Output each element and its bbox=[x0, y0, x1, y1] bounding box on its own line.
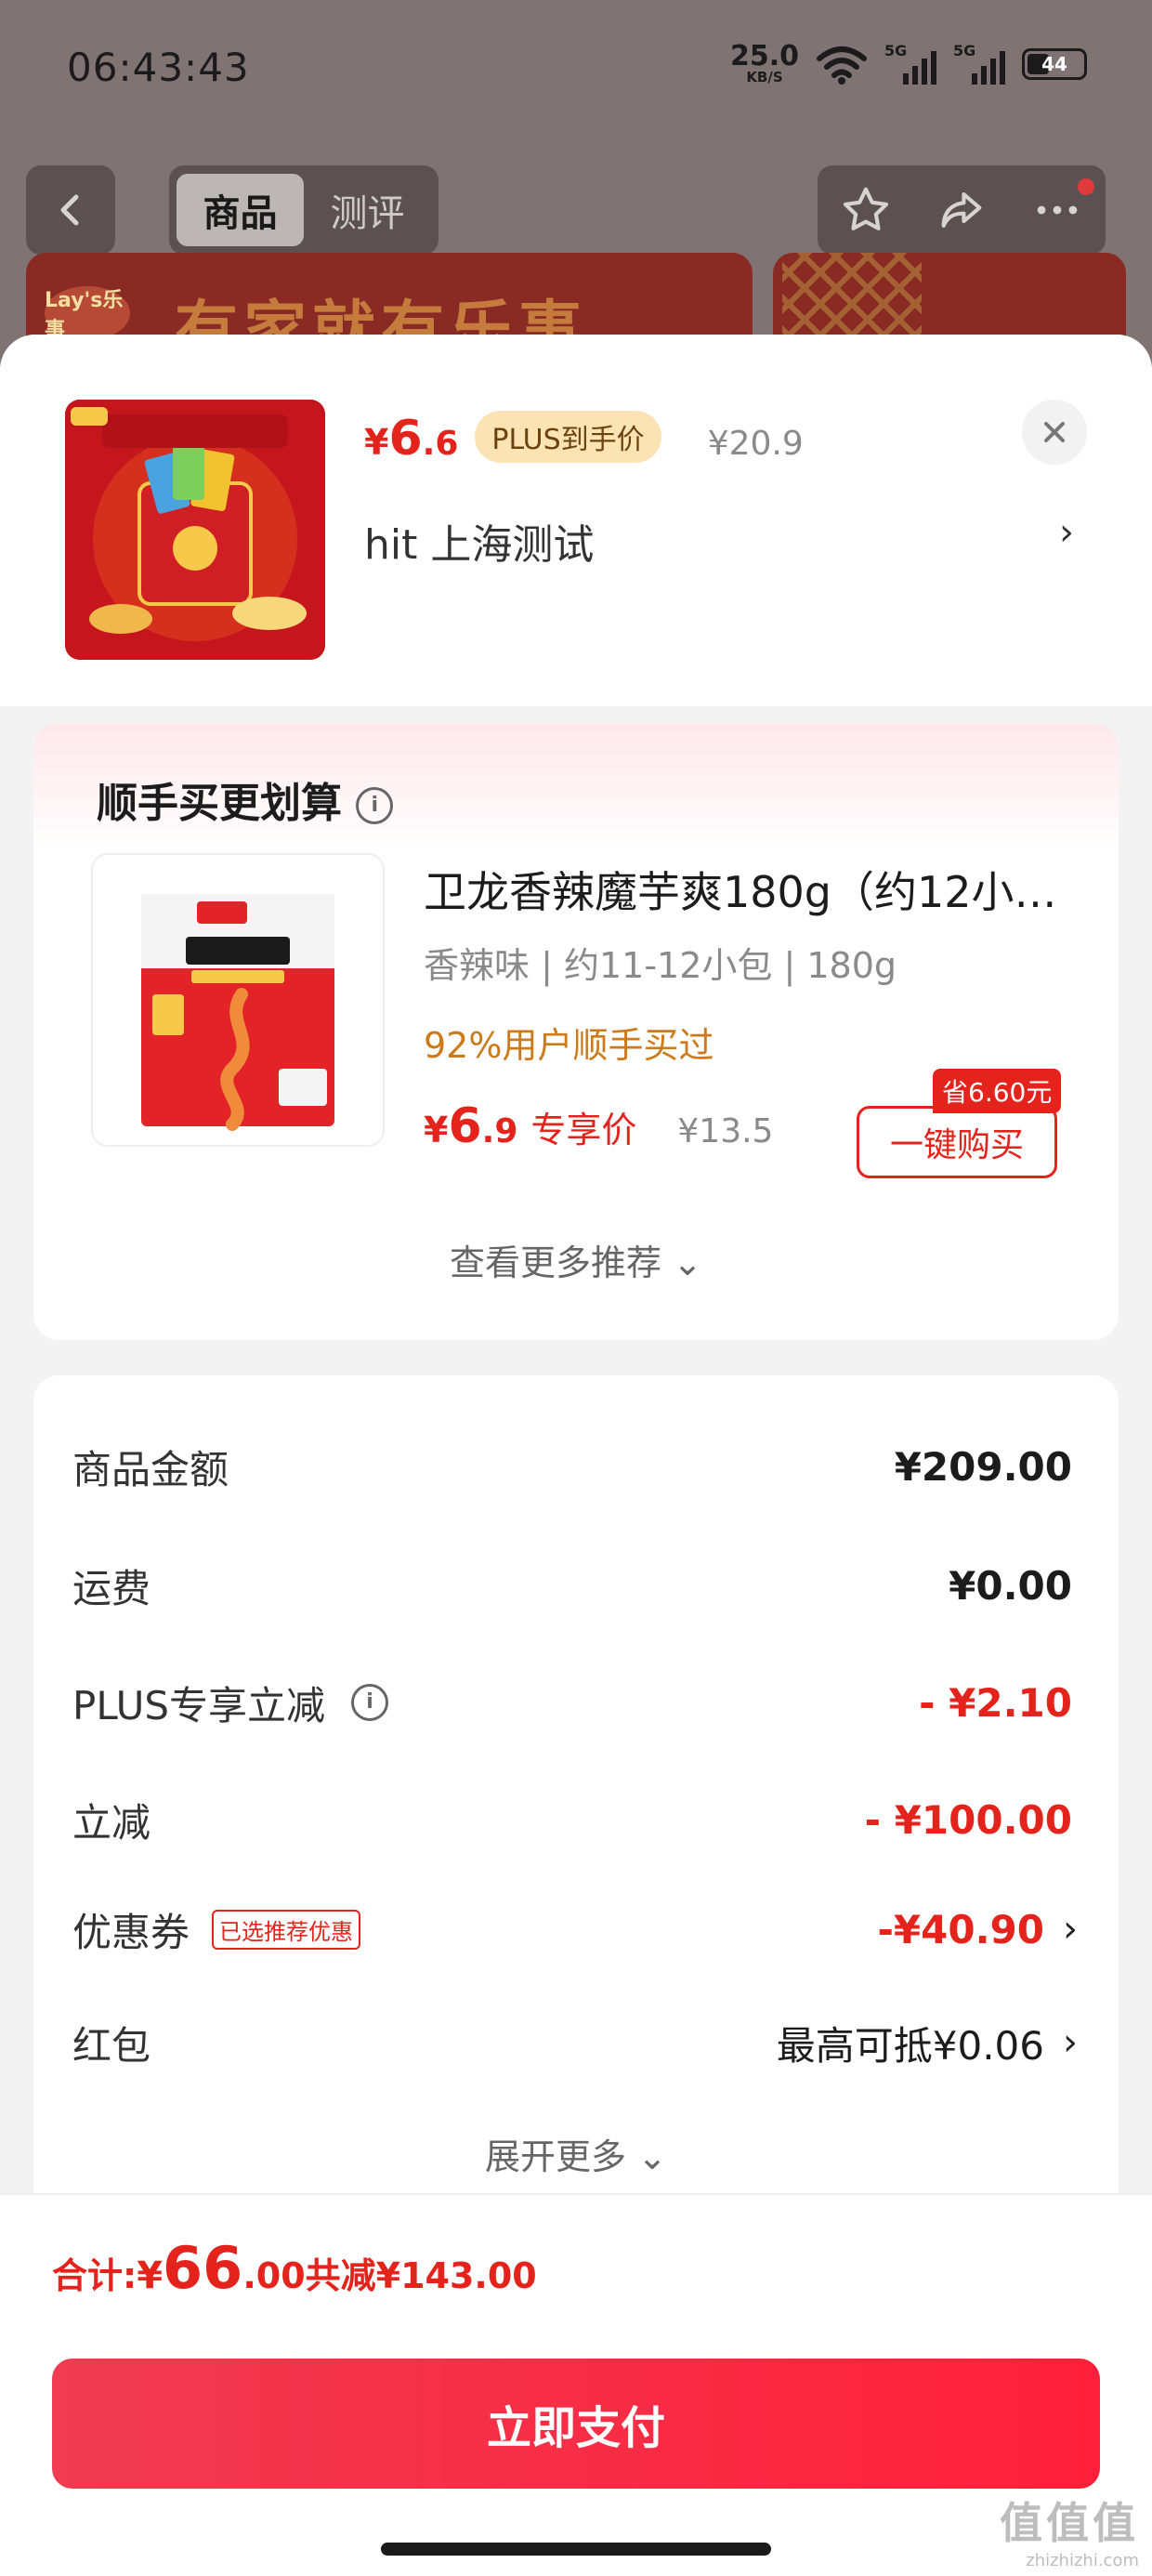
price-integer: 6 bbox=[388, 411, 423, 467]
product-header: ¥ 6 .6 PLUS到手价 ¥20.9 hit 上海测试 › bbox=[0, 335, 1152, 706]
upsell-card: 顺手买更划算 i 卫龙香辣魔芋爽180g（约12小包） 香辣味 | 约11-12… bbox=[33, 723, 1119, 1340]
signal-icon: 5G bbox=[884, 42, 936, 85]
expand-more-link[interactable]: 展开更多 ⌄ bbox=[33, 2128, 1119, 2179]
total-label: 合计: bbox=[52, 2255, 137, 2296]
summary-row-coupon[interactable]: 优惠券 已选推荐优惠 -¥40.90 › bbox=[72, 1901, 1078, 1957]
star-icon[interactable] bbox=[839, 183, 893, 237]
status-icons: 25.0 KB/S 5G 5G 44 bbox=[730, 42, 1087, 85]
savings-tag: 省6.60元 bbox=[933, 1069, 1062, 1113]
row-label-text: 优惠券 bbox=[72, 1909, 190, 1955]
summary-row-shipping: 运费 ¥0.00 bbox=[72, 1557, 1072, 1613]
row-value: 最高可抵¥0.06 bbox=[776, 2022, 1044, 2069]
total-integer: 66 bbox=[163, 2234, 243, 2302]
upsell-item-spec: 香辣味 | 约11-12小包 | 180g bbox=[424, 945, 897, 986]
price-currency: ¥ bbox=[364, 422, 389, 463]
price-currency: ¥ bbox=[424, 1110, 449, 1150]
net-speed-value: 25.0 bbox=[729, 40, 799, 72]
segment-tabs: 商品 测评 bbox=[169, 165, 439, 255]
delivery-address[interactable]: hit 上海测试 bbox=[364, 511, 594, 571]
back-button[interactable] bbox=[26, 165, 115, 255]
original-price: ¥13.5 bbox=[677, 1112, 774, 1150]
row-label: 运费 bbox=[72, 1565, 151, 1611]
row-label: 红包 bbox=[72, 2022, 151, 2069]
row-label: 优惠券 已选推荐优惠 bbox=[72, 1901, 361, 1958]
watermark: 值值值 zhizhizhi.com bbox=[1000, 2490, 1139, 2570]
net-speed: 25.0 KB/S bbox=[730, 43, 799, 85]
total-currency: ¥ bbox=[137, 2254, 164, 2297]
price-decimal: .9 bbox=[481, 1112, 518, 1150]
row-label-text: PLUS专享立减 bbox=[72, 1682, 326, 1728]
close-button[interactable] bbox=[1022, 400, 1087, 465]
info-icon[interactable]: i bbox=[356, 787, 394, 824]
upsell-item-name[interactable]: 卫龙香辣魔芋爽180g（约12小包） bbox=[424, 859, 1093, 920]
row-label: PLUS专享立减 i bbox=[72, 1675, 389, 1731]
summary-row-instant-discount: 立减 - ¥100.00 bbox=[72, 1792, 1072, 1847]
top-nav: 商品 测评 bbox=[0, 165, 1152, 255]
home-indicator[interactable] bbox=[381, 2543, 771, 2556]
one-click-buy-button[interactable]: 一键购买 bbox=[857, 1106, 1057, 1178]
upsell-title-text: 顺手买更划算 bbox=[97, 780, 342, 827]
battery-icon: 44 bbox=[1022, 47, 1087, 80]
tab-goods[interactable]: 商品 bbox=[177, 174, 304, 246]
notification-dot bbox=[1078, 178, 1094, 195]
upsell-product-image[interactable] bbox=[91, 853, 385, 1147]
watermark-logo: 值值值 bbox=[1000, 2498, 1139, 2548]
more-recommendations-link[interactable]: 查看更多推荐 ⌄ bbox=[33, 1234, 1119, 1285]
checkout-sheet: ¥ 6 .6 PLUS到手价 ¥20.9 hit 上海测试 › 顺手买更划算 i bbox=[0, 335, 1152, 2576]
close-icon bbox=[1044, 422, 1065, 442]
summary-row-goods-amount: 商品金额 ¥209.00 bbox=[72, 1439, 1072, 1494]
price-decimal: .6 bbox=[422, 425, 459, 463]
row-label: 商品金额 bbox=[72, 1446, 229, 1492]
status-time: 06:43:43 bbox=[67, 45, 250, 90]
summary-row-red-packet[interactable]: 红包 最高可抵¥0.06 › bbox=[72, 2015, 1078, 2070]
row-value: - ¥2.10 bbox=[919, 1679, 1072, 1726]
checkout-footer: 合计: ¥ 66 .00 共减¥143.00 立即支付 值值值 zhizhizh… bbox=[0, 2193, 1152, 2576]
watermark-url: zhizhizhi.com bbox=[1026, 2551, 1139, 2570]
original-price: ¥20.9 bbox=[707, 425, 804, 463]
status-bar: 06:43:43 25.0 KB/S 5G 5G 44 bbox=[0, 0, 1152, 139]
row-label: 立减 bbox=[72, 1799, 151, 1846]
more-icon[interactable] bbox=[1030, 183, 1084, 237]
price-integer: 6 bbox=[448, 1098, 482, 1154]
row-value: -¥40.90 bbox=[877, 1906, 1044, 1952]
product-image bbox=[65, 400, 325, 660]
total-decimal: .00 bbox=[242, 2255, 306, 2296]
back-icon bbox=[60, 194, 79, 226]
signal-icon: 5G bbox=[953, 42, 1005, 85]
summary-row-plus-discount: PLUS专享立减 i - ¥2.10 bbox=[72, 1675, 1072, 1730]
row-value: - ¥100.00 bbox=[864, 1796, 1072, 1843]
chevron-right-icon: › bbox=[1063, 1908, 1078, 1951]
chevron-right-icon[interactable]: › bbox=[1059, 511, 1074, 554]
wifi-icon bbox=[817, 46, 867, 85]
brand-logo: Lay's乐事 bbox=[45, 286, 130, 342]
order-summary: 商品金额 ¥209.00 运费 ¥0.00 PLUS专享立减 i - ¥2.10… bbox=[33, 1375, 1119, 2212]
row-value: ¥209.00 bbox=[894, 1443, 1072, 1490]
share-icon[interactable] bbox=[935, 183, 988, 237]
plus-badge: PLUS到手价 bbox=[475, 411, 661, 463]
chevron-right-icon: › bbox=[1063, 2021, 1078, 2064]
row-value: ¥0.00 bbox=[949, 1562, 1072, 1609]
exclusive-price-label: 专享价 bbox=[530, 1110, 637, 1150]
upsell-bought-rate: 92%用户顺手买过 bbox=[424, 1025, 714, 1066]
nav-actions bbox=[818, 165, 1106, 255]
upsell-title: 顺手买更划算 i bbox=[97, 769, 394, 829]
recommended-tag: 已选推荐优惠 bbox=[212, 1909, 361, 1950]
battery-level: 44 bbox=[1041, 52, 1067, 75]
tab-review[interactable]: 测评 bbox=[304, 174, 431, 246]
upsell-price: ¥ 6 .9 专享价 ¥13.5 bbox=[424, 1098, 773, 1154]
order-total: 合计: ¥ 66 .00 共减¥143.00 bbox=[52, 2234, 537, 2302]
pay-now-button[interactable]: 立即支付 bbox=[52, 2359, 1100, 2489]
product-price: ¥ 6 .6 PLUS到手价 ¥20.9 bbox=[364, 411, 804, 468]
info-icon[interactable]: i bbox=[351, 1684, 389, 1721]
total-saved: 共减¥143.00 bbox=[305, 2255, 537, 2296]
net-speed-unit: KB/S bbox=[746, 69, 783, 85]
